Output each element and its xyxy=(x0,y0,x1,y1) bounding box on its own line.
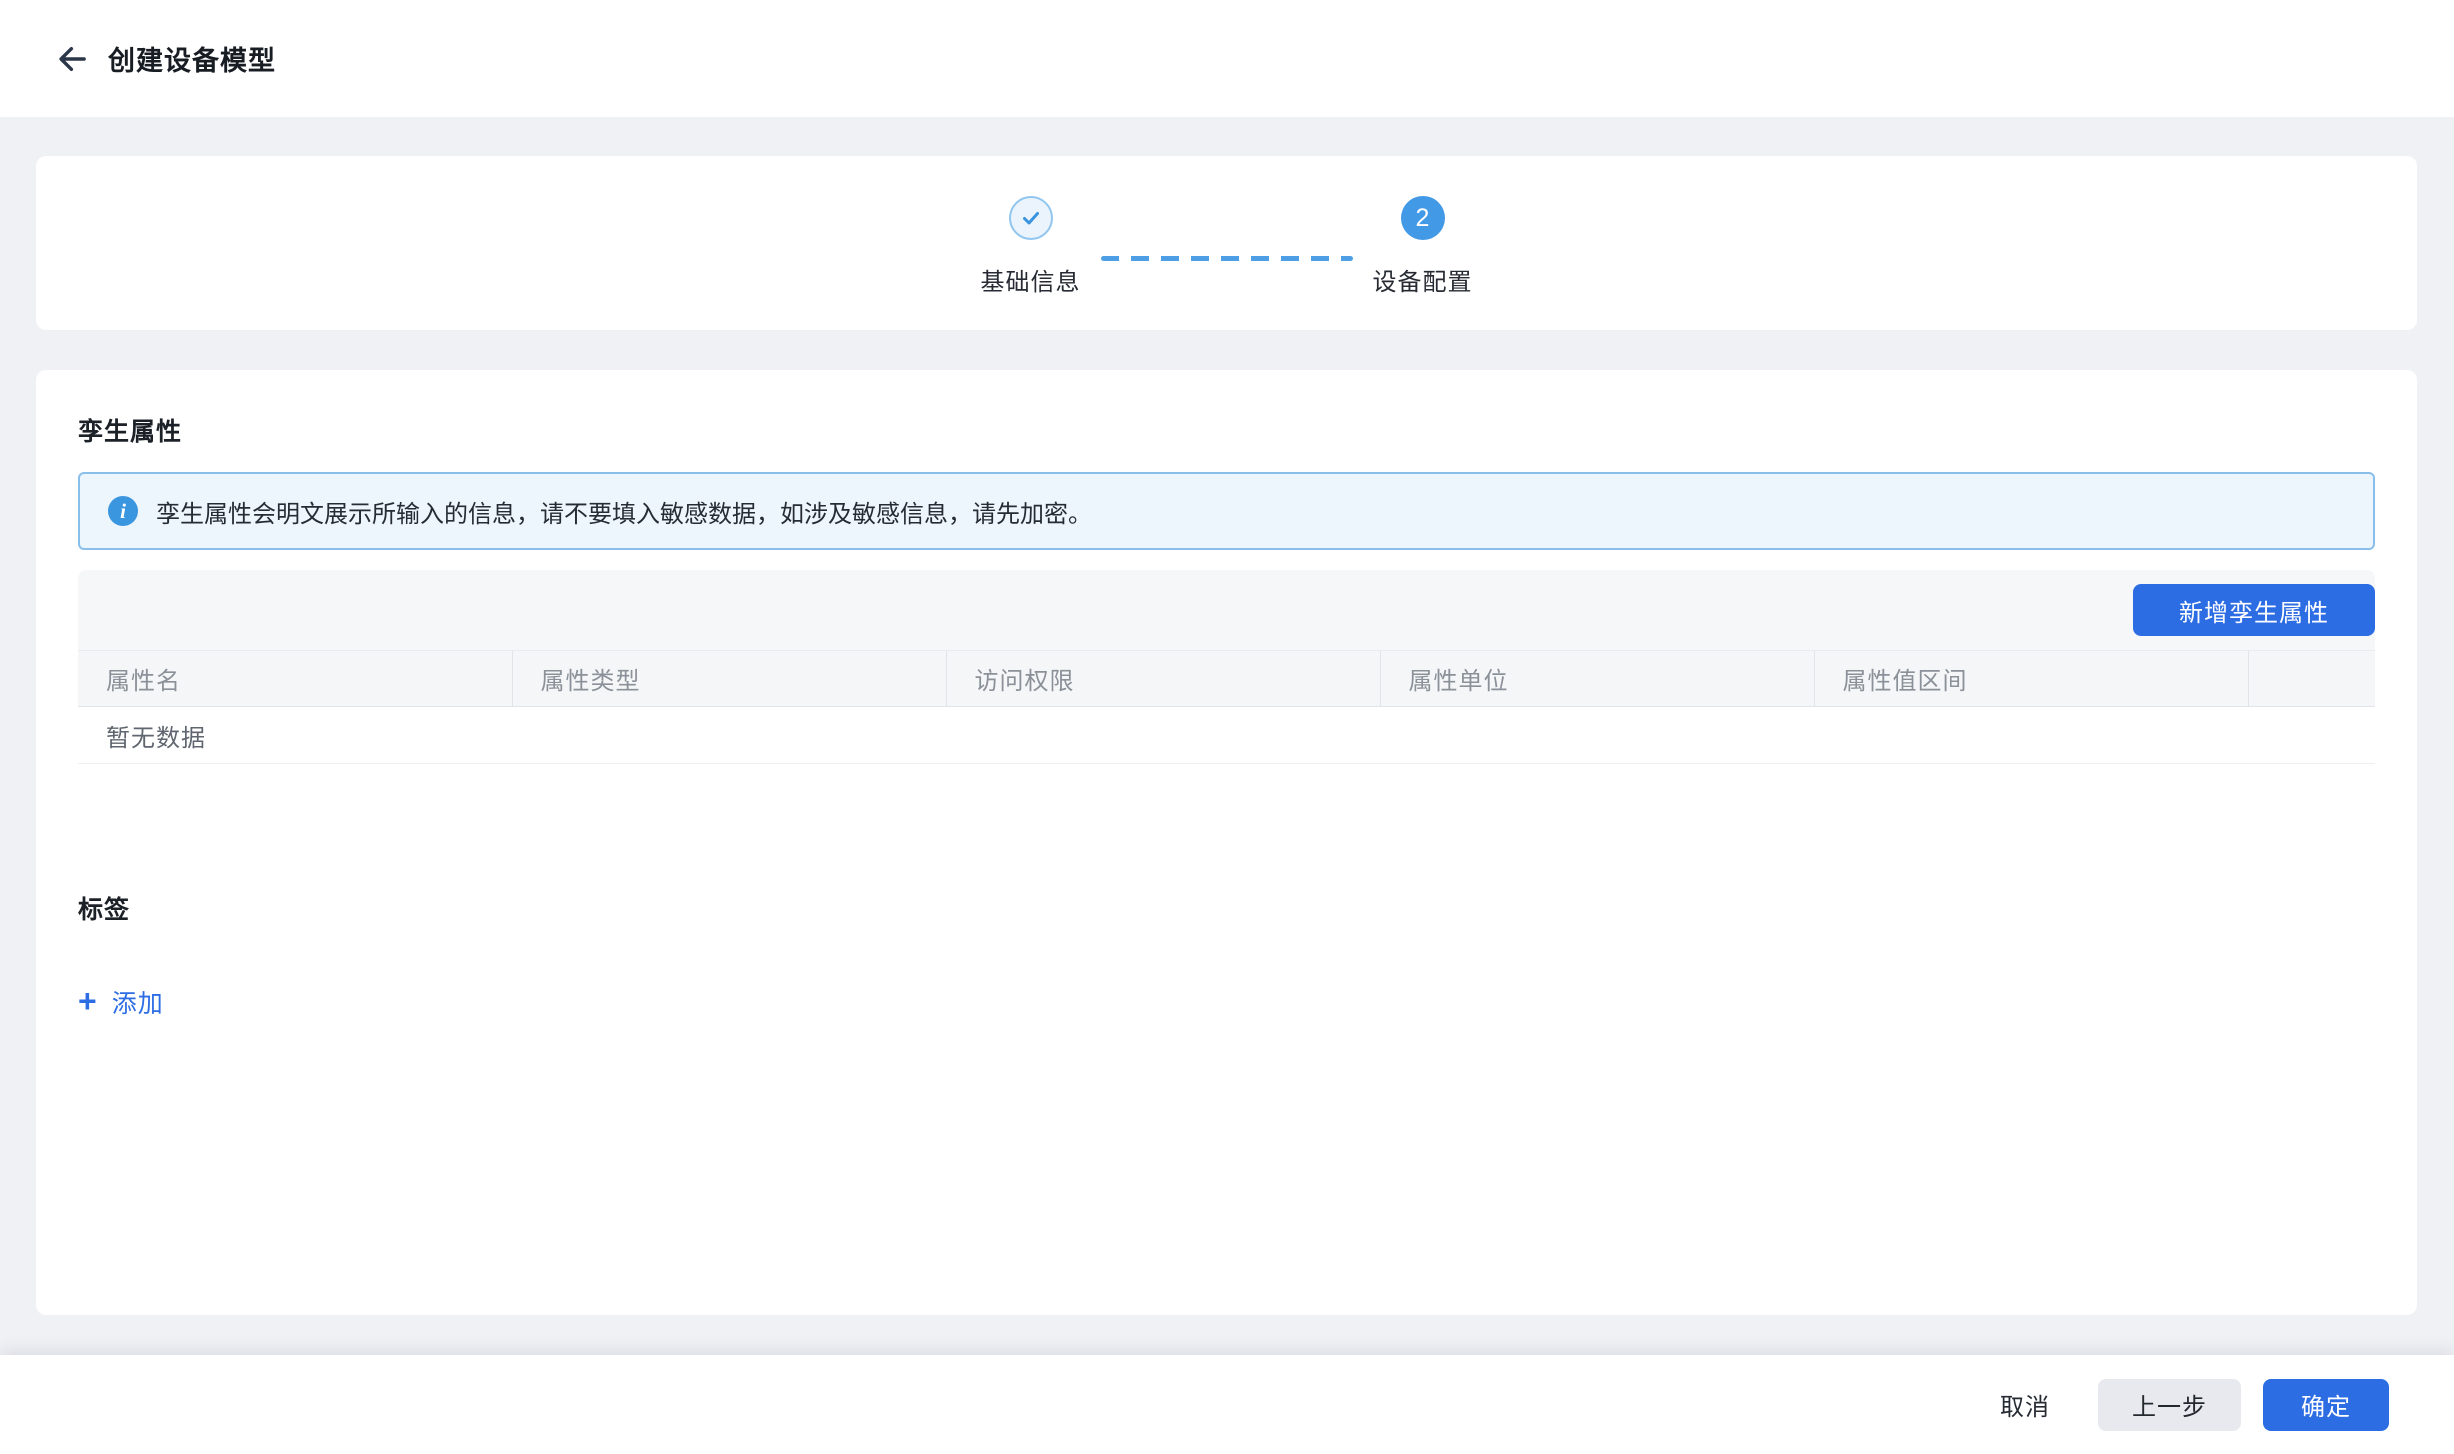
cancel-button[interactable]: 取消 xyxy=(2000,1387,2050,1422)
step2-label: 设备配置 xyxy=(1373,262,1473,297)
col-access-permission: 访问权限 xyxy=(946,651,1380,707)
info-banner-text: 孪生属性会明文展示所输入的信息，请不要填入敏感数据，如涉及敏感信息，请先加密。 xyxy=(156,494,1092,529)
stepper-connector xyxy=(1101,256,1353,261)
step2-number: 2 xyxy=(1416,204,1430,233)
step1-label: 基础信息 xyxy=(981,262,1081,297)
step2-circle: 2 xyxy=(1401,196,1445,240)
stepper-card: 基础信息 2 设备配置 xyxy=(36,156,2417,330)
table-header-row: 属性名 属性类型 访问权限 属性单位 属性值区间 xyxy=(78,651,2375,707)
prev-step-button[interactable]: 上一步 xyxy=(2098,1379,2241,1431)
add-tag-button[interactable]: + 添加 xyxy=(78,984,164,1020)
col-attr-value-range: 属性值区间 xyxy=(1814,651,2248,707)
page-header: 创建设备模型 xyxy=(0,0,2454,117)
col-attr-unit: 属性单位 xyxy=(1380,651,1814,707)
tags-title: 标签 xyxy=(78,890,2375,926)
col-attr-name: 属性名 xyxy=(78,651,512,707)
stepper: 基础信息 2 设备配置 xyxy=(36,156,2417,330)
confirm-button[interactable]: 确定 xyxy=(2263,1379,2389,1431)
footer-bar: 取消 上一步 确定 xyxy=(0,1355,2454,1454)
step-device-config: 2 设备配置 xyxy=(1373,196,1473,297)
twin-attrs-title: 孪生属性 xyxy=(78,412,2375,448)
col-actions xyxy=(2248,651,2375,707)
add-tag-label: 添加 xyxy=(112,984,164,1020)
check-icon xyxy=(1019,206,1043,230)
back-button[interactable] xyxy=(50,37,94,81)
plus-icon: + xyxy=(78,985,98,1017)
empty-data-text: 暂无数据 xyxy=(78,707,2375,764)
add-twin-attr-button[interactable]: 新增孪生属性 xyxy=(2133,584,2375,636)
arrow-left-icon xyxy=(55,42,89,76)
info-icon: i xyxy=(108,496,138,526)
table-toolbar: 新增孪生属性 xyxy=(78,570,2375,650)
page-title: 创建设备模型 xyxy=(108,39,276,78)
twin-attrs-table: 属性名 属性类型 访问权限 属性单位 属性值区间 暂无数据 xyxy=(78,650,2375,764)
empty-row: 暂无数据 xyxy=(78,707,2375,764)
step-basic-info: 基础信息 xyxy=(981,196,1081,297)
step1-done-circle xyxy=(1009,196,1053,240)
col-attr-type: 属性类型 xyxy=(512,651,946,707)
form-card: 孪生属性 i 孪生属性会明文展示所输入的信息，请不要填入敏感数据，如涉及敏感信息… xyxy=(36,370,2417,1315)
info-banner: i 孪生属性会明文展示所输入的信息，请不要填入敏感数据，如涉及敏感信息，请先加密… xyxy=(78,472,2375,550)
twin-attrs-table-panel: 新增孪生属性 属性名 属性类型 访问权限 属性单位 属性值区间 xyxy=(78,570,2375,764)
